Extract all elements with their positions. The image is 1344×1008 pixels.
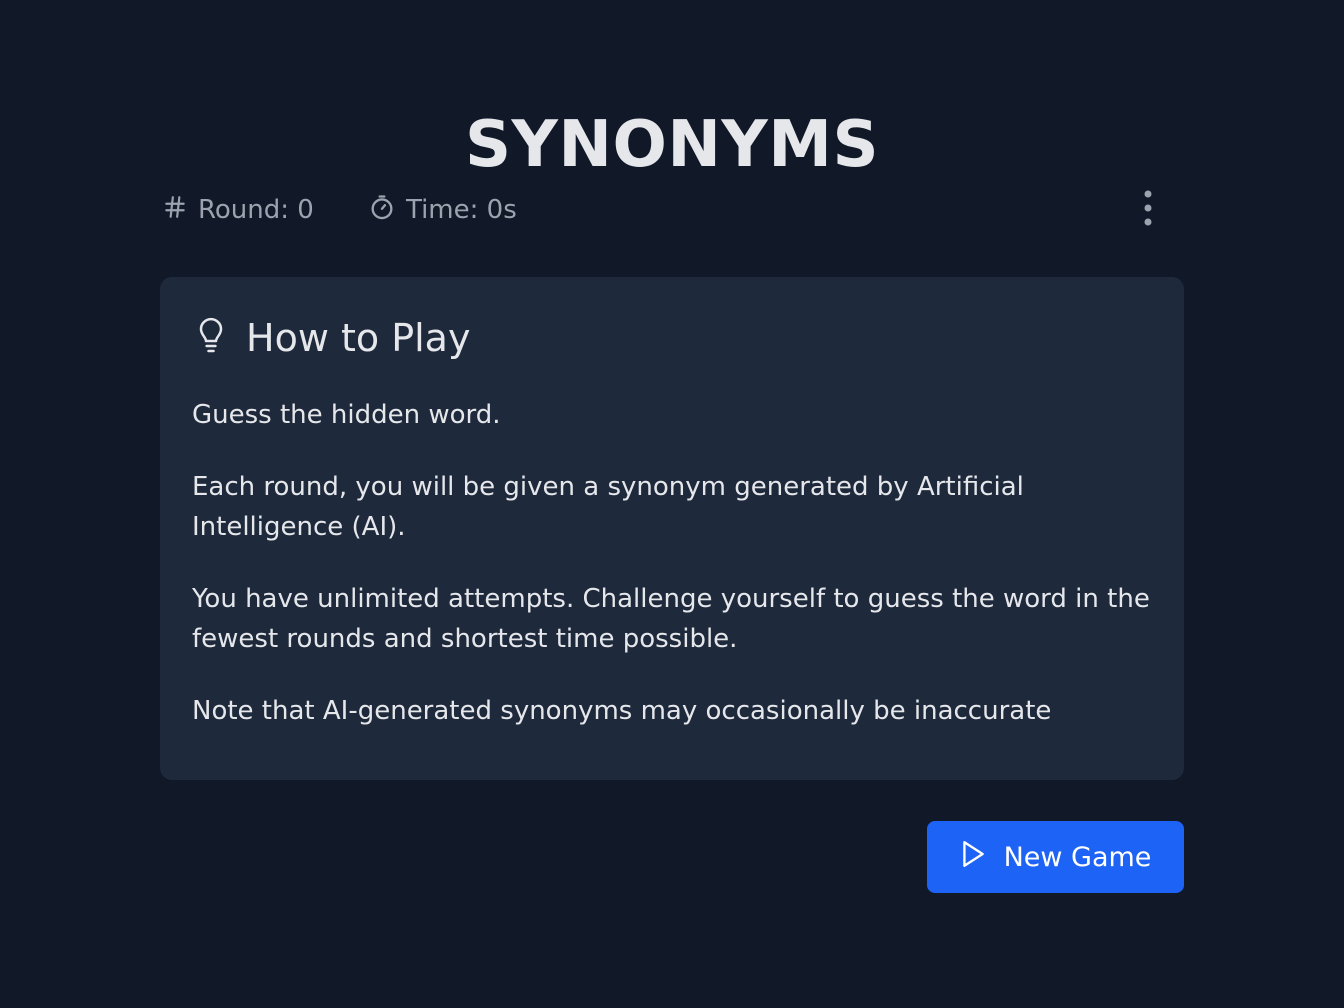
how-to-play-header: How to Play — [192, 313, 1152, 363]
round-label: Round: 0 — [198, 195, 314, 225]
how-to-play-title: How to Play — [246, 316, 471, 360]
hash-icon — [162, 194, 198, 227]
instruction-paragraph: You have unlimited attempts. Challenge y… — [192, 584, 1150, 654]
how-to-play-instructions: Guess the hidden word. Each round, you w… — [192, 395, 1152, 731]
instruction-paragraph: Guess the hidden word. — [192, 400, 501, 430]
new-game-button[interactable]: New Game — [927, 821, 1184, 893]
more-options-button[interactable] — [1134, 188, 1162, 232]
instruction-paragraph: Note that AI-generated synonyms may occa… — [192, 696, 1052, 726]
round-counter: Round: 0 — [162, 188, 314, 232]
time-label: Time: 0s — [406, 195, 517, 225]
more-vertical-icon — [1143, 188, 1153, 232]
stopwatch-icon — [368, 193, 406, 228]
play-icon — [960, 839, 1004, 876]
lightbulb-icon — [192, 317, 246, 359]
game-stats-bar: Round: 0 Time: 0s — [160, 188, 1184, 232]
page-title: SYNONYMS — [464, 107, 880, 182]
time-counter: Time: 0s — [368, 188, 517, 232]
how-to-play-card: How to Play Guess the hidden word. Each … — [160, 277, 1184, 780]
new-game-label: New Game — [1003, 841, 1152, 873]
instruction-paragraph: Each round, you will be given a synonym … — [192, 472, 1024, 542]
